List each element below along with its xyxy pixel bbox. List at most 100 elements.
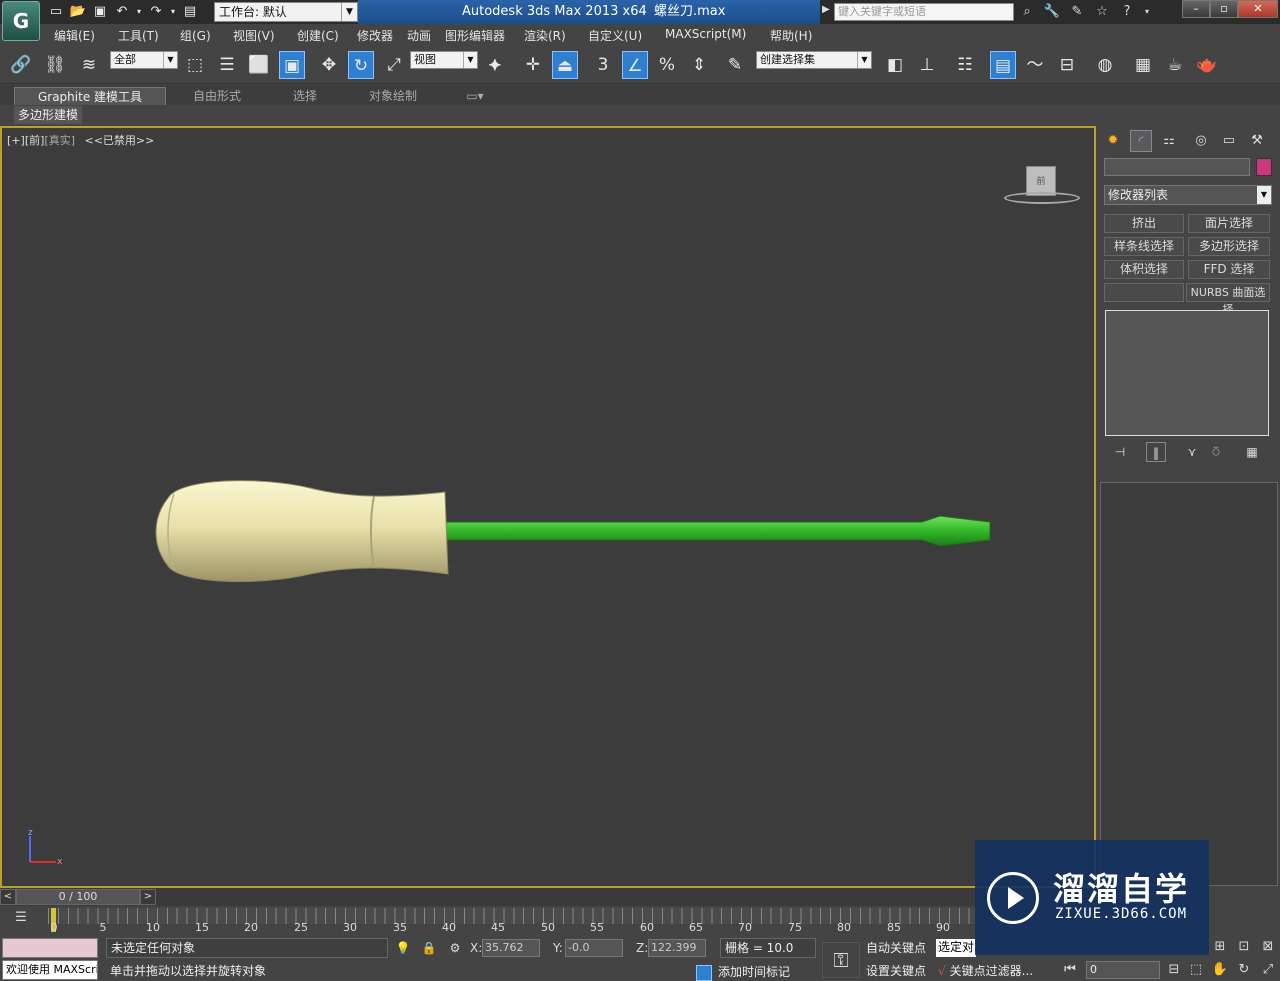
viewport-disabled-label[interactable]: <<已禁用>> bbox=[85, 134, 155, 147]
align-icon[interactable]: ⊥ bbox=[914, 51, 940, 79]
search-expand-icon[interactable]: ▶ bbox=[822, 4, 830, 15]
schematic-view-icon[interactable]: ⊟ bbox=[1054, 51, 1080, 79]
object-color-swatch[interactable] bbox=[1256, 158, 1272, 176]
subscription-key-icon[interactable]: 🔧 bbox=[1041, 2, 1063, 22]
patch-select-button[interactable]: 面片选择 bbox=[1188, 214, 1270, 233]
menu-tools[interactable]: 工具(T) bbox=[118, 27, 159, 44]
favorites-star-icon[interactable]: ☆ bbox=[1091, 2, 1113, 22]
viewport-point-of-view[interactable]: [前] bbox=[25, 134, 45, 147]
extrude-button[interactable]: 挤出 bbox=[1104, 214, 1184, 233]
track-ruler[interactable] bbox=[48, 908, 975, 924]
tab-selection[interactable]: 选择 bbox=[282, 87, 328, 105]
time-slider-thumb[interactable]: 0 / 100 bbox=[16, 889, 140, 905]
application-menu-button[interactable]: G bbox=[2, 1, 40, 41]
edit-named-selection-icon[interactable]: ✎ bbox=[722, 51, 748, 79]
viewcube-compass-ring[interactable] bbox=[1004, 192, 1080, 204]
select-and-scale-icon[interactable]: ⤢ bbox=[381, 51, 407, 79]
redo-icon[interactable]: ↷ bbox=[146, 2, 166, 22]
field-of-view-icon[interactable]: ⊟ bbox=[1164, 960, 1184, 980]
viewport-shading[interactable]: [真实] bbox=[44, 134, 75, 147]
orbit-icon[interactable]: ↻ bbox=[1234, 960, 1254, 980]
rectangular-selection-icon[interactable]: ⬜ bbox=[246, 51, 272, 79]
minimize-button[interactable]: – bbox=[1182, 0, 1210, 18]
help-dropdown-icon[interactable]: ▾ bbox=[1141, 2, 1153, 22]
set-key-icon[interactable]: ⚿ bbox=[822, 942, 860, 978]
curve-editor-icon[interactable]: 〜 bbox=[1022, 51, 1048, 79]
mirror-icon[interactable]: ◧ bbox=[882, 51, 908, 79]
restore-button[interactable]: ▫ bbox=[1210, 0, 1238, 18]
menu-help[interactable]: 帮助(H) bbox=[770, 27, 812, 44]
spinner-snap-icon[interactable]: ⇕ bbox=[686, 51, 712, 79]
ribbon-panel-polygon-modeling[interactable]: 多边形建模 bbox=[14, 106, 83, 124]
remove-modifier-icon[interactable]: ⍥ bbox=[1206, 442, 1226, 462]
keyboard-shortcut-override-icon[interactable]: ⏏ bbox=[552, 51, 578, 79]
modify-tab-icon[interactable]: ◜ bbox=[1130, 130, 1152, 152]
current-frame-field[interactable]: 0 bbox=[1086, 961, 1160, 979]
utilities-tab-icon[interactable]: ⚒ bbox=[1246, 130, 1268, 152]
zoom-extents-selected-icon[interactable]: ⊡ bbox=[1234, 937, 1254, 957]
maxscript-listener-mini[interactable] bbox=[2, 938, 98, 958]
region-zoom-icon[interactable]: ⬚ bbox=[1186, 960, 1206, 980]
viewport-menu-plus[interactable]: [+] bbox=[7, 134, 25, 147]
menu-views[interactable]: 视图(V) bbox=[233, 27, 275, 44]
undo-icon[interactable]: ↶ bbox=[112, 2, 132, 22]
select-object-icon[interactable]: ⬚ bbox=[182, 51, 208, 79]
modifier-stack-view[interactable] bbox=[1105, 310, 1269, 436]
unlink-selection-icon[interactable]: ⛓ bbox=[42, 51, 68, 79]
time-slider-next-icon[interactable]: > bbox=[140, 889, 156, 905]
menu-modifiers[interactable]: 修改器 bbox=[357, 27, 393, 44]
front-viewport[interactable]: [+][前][真实] <<已禁用>> 前 z x bbox=[0, 126, 1096, 888]
render-production-icon[interactable]: 🫖 bbox=[1194, 51, 1220, 79]
menu-customize[interactable]: 自定义(U) bbox=[588, 27, 642, 44]
project-folder-icon[interactable]: ▤ bbox=[180, 2, 200, 22]
selection-filter-dropdown[interactable]: 全部 ▼ bbox=[110, 51, 178, 69]
menu-rendering[interactable]: 渲染(R) bbox=[524, 27, 566, 44]
pivot-center-icon[interactable]: ⯌ bbox=[482, 51, 508, 79]
spline-select-button[interactable]: 样条线选择 bbox=[1104, 237, 1184, 256]
show-end-result-icon[interactable]: ‖ bbox=[1146, 442, 1166, 462]
hierarchy-tab-icon[interactable]: ⚏ bbox=[1158, 130, 1180, 152]
redo-history-dropdown[interactable]: ▾ bbox=[168, 2, 178, 22]
undo-history-dropdown[interactable]: ▾ bbox=[134, 2, 144, 22]
render-setup-icon[interactable]: ▦ bbox=[1130, 51, 1156, 79]
viewcube[interactable]: 前 bbox=[1004, 166, 1080, 206]
pin-stack-icon[interactable]: ⊣ bbox=[1110, 442, 1130, 462]
open-file-icon[interactable]: 📂 bbox=[68, 2, 88, 22]
workspace-dropdown[interactable]: 工作台: 默认 ▼ bbox=[214, 2, 358, 22]
empty-modifier-button[interactable] bbox=[1104, 283, 1184, 302]
percent-snap-icon[interactable]: % bbox=[654, 51, 680, 79]
new-file-icon[interactable]: ▭ bbox=[46, 2, 66, 22]
search-input[interactable]: 键入关键字或短语 bbox=[834, 3, 1014, 21]
snaps-toggle-icon[interactable]: 3 bbox=[590, 51, 616, 79]
tab-object-paint[interactable]: 对象绘制 bbox=[358, 87, 428, 105]
ribbon-options-dropdown[interactable]: ▭▾ bbox=[460, 87, 490, 105]
set-key-button[interactable]: 设置关键点 bbox=[866, 961, 932, 981]
tab-graphite-modeling[interactable]: Graphite 建模工具 bbox=[14, 87, 166, 105]
configure-modifier-sets-icon[interactable]: ▦ bbox=[1242, 442, 1262, 462]
add-time-tag-button[interactable]: 添加时间标记 bbox=[696, 963, 816, 981]
time-slider-prev-icon[interactable]: < bbox=[0, 889, 16, 905]
select-and-link-icon[interactable]: 🔗 bbox=[8, 51, 34, 79]
screwdriver-handle[interactable] bbox=[155, 480, 449, 583]
binoculars-icon[interactable]: ⌕ bbox=[1016, 2, 1038, 22]
menu-edit[interactable]: 编辑(E) bbox=[54, 27, 95, 44]
y-coord-field[interactable]: -0.0 bbox=[565, 939, 623, 957]
x-coord-field[interactable]: 35.762 bbox=[482, 939, 540, 957]
save-file-icon[interactable]: ▣ bbox=[90, 2, 110, 22]
close-button[interactable]: ✕ bbox=[1238, 0, 1278, 18]
angle-snap-icon[interactable]: ∠ bbox=[622, 51, 648, 79]
window-crossing-icon[interactable]: ▣ bbox=[279, 51, 305, 79]
menu-create[interactable]: 创建(C) bbox=[297, 27, 339, 44]
tab-freeform[interactable]: 自由形式 bbox=[180, 87, 254, 105]
communication-icon[interactable]: ✎ bbox=[1066, 2, 1088, 22]
menu-animation[interactable]: 动画 bbox=[407, 27, 431, 44]
motion-tab-icon[interactable]: ◎ bbox=[1190, 130, 1212, 152]
screwdriver-model[interactable] bbox=[150, 476, 1000, 596]
menu-graph-editors[interactable]: 图形编辑器 bbox=[445, 27, 505, 44]
bind-to-space-warp-icon[interactable]: ≋ bbox=[76, 51, 102, 79]
nurbs-surface-select-button[interactable]: NURBS 曲面选择 bbox=[1186, 283, 1270, 316]
maximize-viewport-icon[interactable]: ⤢ bbox=[1258, 960, 1278, 980]
key-filters-button[interactable]: √ 关键点过滤器... bbox=[938, 961, 1050, 981]
isolate-selection-icon[interactable]: 💡 bbox=[394, 939, 412, 957]
selected-objects-dropdown[interactable]: 选定对象 bbox=[936, 939, 976, 957]
